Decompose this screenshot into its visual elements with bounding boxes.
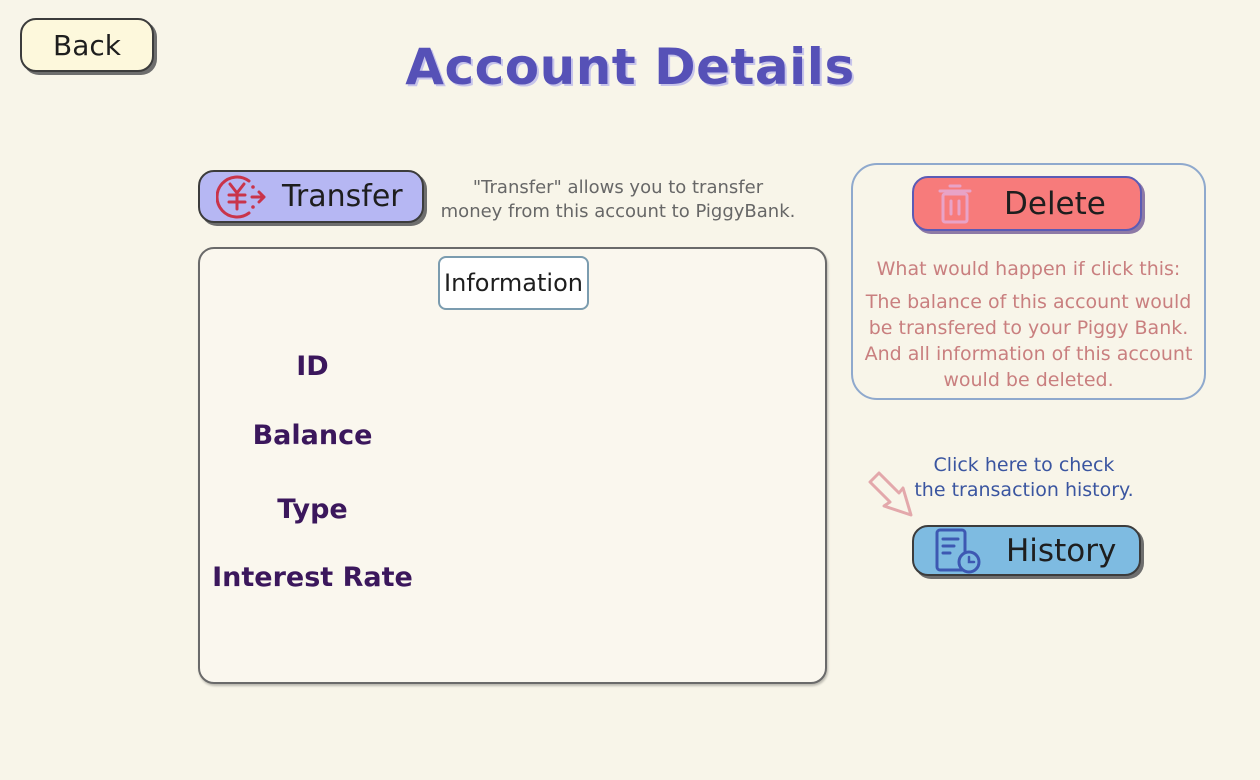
document-clock-icon <box>935 528 981 573</box>
delete-button[interactable]: Delete <box>912 176 1142 231</box>
delete-desc-line: be transfered to your Piggy Bank. <box>868 317 1189 339</box>
transfer-button-label: Transfer <box>282 179 403 214</box>
field-label-id: ID <box>296 351 329 382</box>
history-button[interactable]: History <box>912 525 1141 576</box>
transfer-button[interactable]: Transfer <box>198 170 424 223</box>
transfer-hint-line: "Transfer" allows you to transfer <box>472 177 764 198</box>
field-label-interest-rate: Interest Rate <box>212 562 413 593</box>
arrow-down-right-icon <box>868 471 913 517</box>
information-card: Information ID Balance Type Interest Rat… <box>198 247 827 684</box>
field-label-balance: Balance <box>252 420 373 451</box>
history-hint-line: Click here to check <box>933 454 1115 476</box>
page-title: Account Details <box>405 38 855 96</box>
delete-warning-description: The balance of this account would be tra… <box>855 289 1202 393</box>
delete-desc-line: The balance of this account would <box>865 291 1192 313</box>
delete-desc-line: And all information of this account <box>864 343 1193 365</box>
transfer-hint-line: money from this account to PiggyBank. <box>440 201 796 222</box>
field-label-type: Type <box>277 494 348 525</box>
trash-icon <box>938 184 972 223</box>
transfer-hint: "Transfer" allows you to transfer money … <box>430 176 806 224</box>
delete-warning-question: What would happen if click this: <box>876 258 1181 280</box>
yuan-transfer-icon <box>216 175 266 218</box>
history-button-label: History <box>1006 532 1117 569</box>
delete-button-label: Delete <box>1004 185 1106 222</box>
information-title: Information <box>438 256 589 310</box>
history-hint: Click here to check the transaction hist… <box>908 453 1140 503</box>
history-hint-line: the transaction history. <box>914 479 1134 501</box>
delete-desc-line: would be deleted. <box>943 369 1114 391</box>
